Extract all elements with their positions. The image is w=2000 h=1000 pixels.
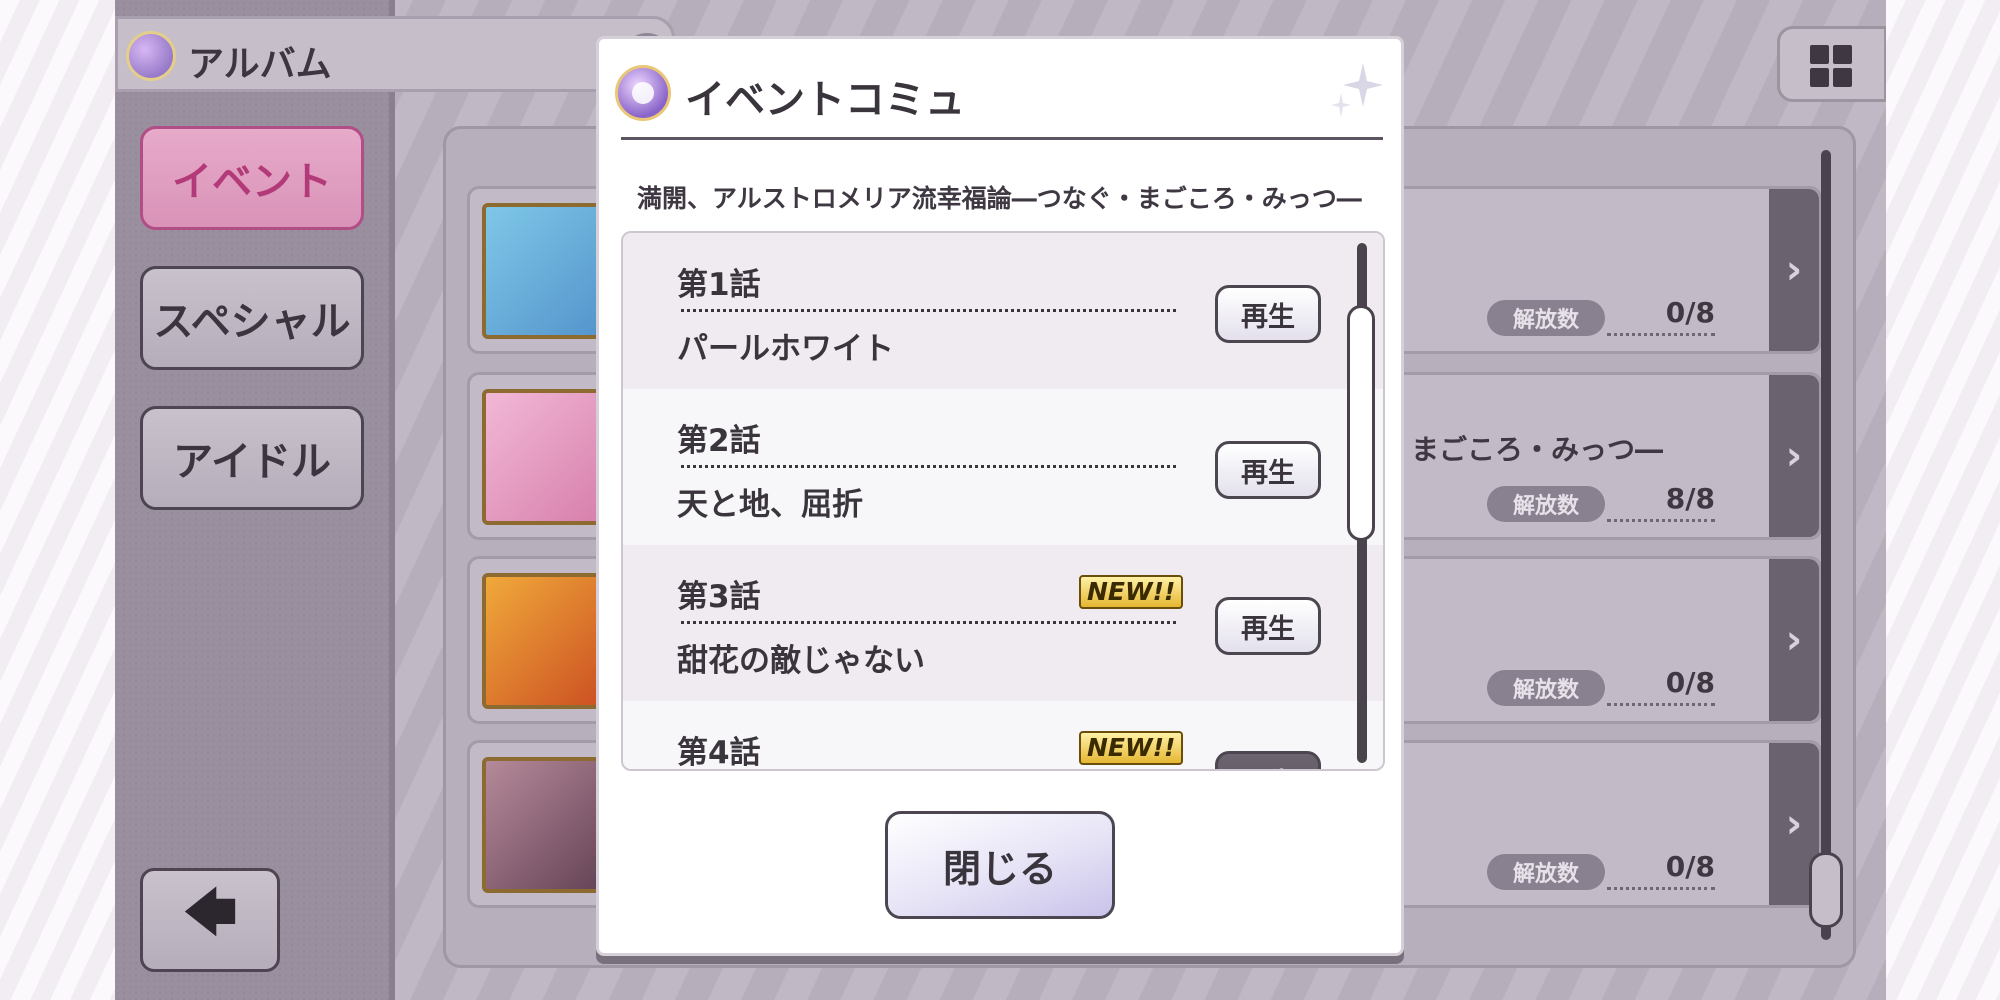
unlock-count: 0/8 — [1607, 850, 1715, 890]
back-arrow-icon[interactable]: 🡄 — [140, 868, 280, 972]
chevron-right-icon[interactable]: › — [1769, 189, 1819, 351]
unlock-label: 解放数 — [1487, 854, 1605, 890]
album-icon — [126, 31, 176, 81]
grid-icon — [1810, 45, 1852, 87]
dotted-divider — [681, 309, 1176, 312]
tab-event[interactable]: イベント — [140, 126, 364, 230]
event-title: まごころ・みっつ― — [1411, 433, 1664, 466]
episode-number: 第2話 — [677, 423, 761, 459]
episode-row: 第4話 NEW!! 再生 — [623, 701, 1383, 771]
commu-icon — [615, 65, 671, 121]
unlock-count: 0/8 — [1607, 666, 1715, 706]
tab-idol[interactable]: アイドル — [140, 406, 364, 510]
album-header: アルバム — [115, 16, 675, 92]
episode-row: 第3話 NEW!! 甜花の敵じゃない 再生 — [623, 545, 1383, 701]
event-name: 満開、アルストロメリア流幸福論―つなぐ・まごころ・みっつ― — [637, 184, 1362, 213]
close-button[interactable]: 閉じる — [885, 811, 1115, 919]
episode-title: 天と地、屈折 — [677, 487, 863, 523]
episode-scroll-thumb[interactable] — [1347, 305, 1375, 541]
episode-title: 甜花の敵じゃない — [677, 643, 925, 679]
chevron-right-icon[interactable]: › — [1769, 559, 1819, 721]
right-margin — [1886, 0, 2000, 1000]
episode-number: 第4話 — [677, 735, 761, 771]
unlock-count: 8/8 — [1607, 482, 1715, 522]
play-button[interactable]: 再生 — [1215, 597, 1321, 655]
play-button[interactable]: 再生 — [1215, 285, 1321, 343]
new-badge: NEW!! — [1079, 731, 1184, 765]
new-badge: NEW!! — [1079, 575, 1184, 609]
episode-list[interactable]: 第1話 パールホワイト 再生 第2話 天と地、屈折 再生 第3話 NEW!! 甜… — [621, 231, 1385, 771]
dialog-title: イベントコミュ — [685, 77, 965, 123]
event-commu-dialog: イベントコミュ 満開、アルストロメリア流幸福論―つなぐ・まごころ・みっつ― 第1… — [596, 36, 1404, 956]
chevron-right-icon[interactable]: › — [1769, 375, 1819, 537]
grid-view-button[interactable] — [1777, 26, 1886, 102]
play-button[interactable]: 再生 — [1215, 441, 1321, 499]
play-button[interactable]: 再生 — [1215, 751, 1321, 769]
episode-number: 第1話 — [677, 267, 761, 303]
list-scrollbar[interactable] — [1821, 150, 1831, 940]
unlock-label: 解放数 — [1487, 300, 1605, 336]
list-scroll-thumb[interactable] — [1809, 852, 1843, 928]
episode-row: 第1話 パールホワイト 再生 — [623, 233, 1383, 389]
unlock-count: 0/8 — [1607, 296, 1715, 336]
unlock-label: 解放数 — [1487, 670, 1605, 706]
title-divider — [621, 137, 1383, 140]
episode-number: 第3話 — [677, 579, 761, 615]
left-margin — [0, 0, 115, 1000]
page-title: アルバム — [188, 44, 332, 85]
episode-row: 第2話 天と地、屈折 再生 — [623, 389, 1383, 545]
unlock-label: 解放数 — [1487, 486, 1605, 522]
episode-title: パールホワイト — [677, 331, 894, 367]
dotted-divider — [681, 465, 1176, 468]
sparkle-icon — [1331, 63, 1383, 117]
dotted-divider — [681, 621, 1176, 624]
tab-special[interactable]: スペシャル — [140, 266, 364, 370]
